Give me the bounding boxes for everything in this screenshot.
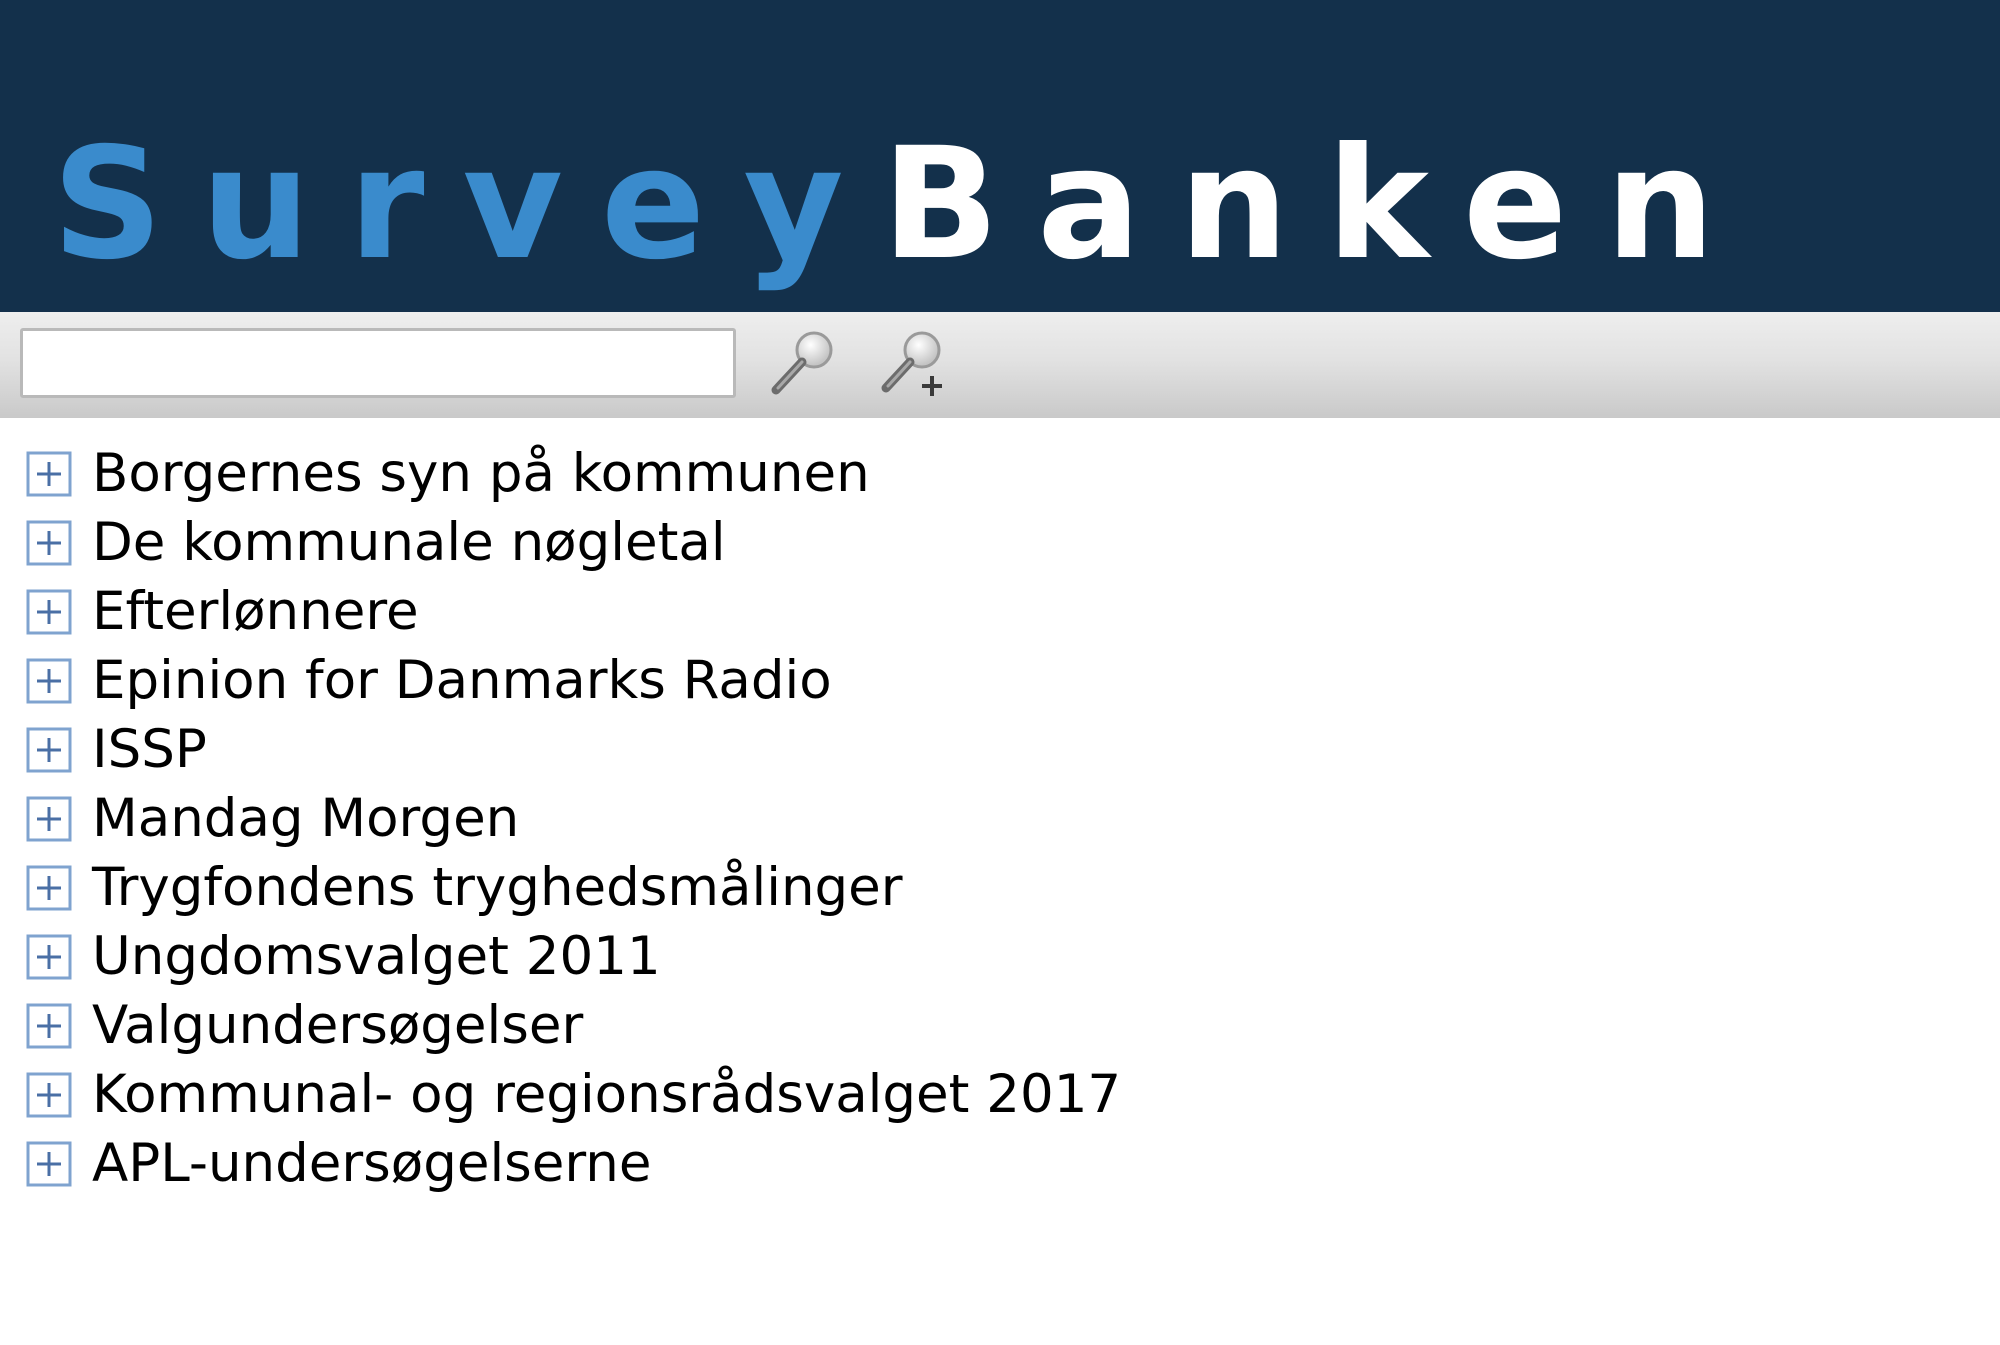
tree-item[interactable]: APL-undersøgelserne	[26, 1134, 651, 1194]
tree-item[interactable]: Ungdomsvalget 2011	[26, 927, 661, 987]
search-button[interactable]	[766, 324, 846, 404]
advanced-search-button[interactable]	[876, 324, 956, 404]
tree-item-label[interactable]: De kommunale nøgletal	[92, 513, 726, 573]
tree-item[interactable]: Mandag Morgen	[26, 789, 519, 849]
plus-box-icon[interactable]	[26, 1072, 72, 1118]
logo-survey-text: Survey	[52, 115, 882, 294]
tree-item-label[interactable]: Epinion for Danmarks Radio	[92, 651, 832, 711]
tree-item[interactable]: De kommunale nøgletal	[26, 513, 726, 573]
tree-item-label[interactable]: Ungdomsvalget 2011	[92, 927, 661, 987]
plus-box-icon[interactable]	[26, 1003, 72, 1049]
logo-banken-text: Banken	[881, 115, 1754, 294]
plus-box-icon[interactable]	[26, 1141, 72, 1187]
magnifier-plus-icon	[881, 331, 942, 396]
tree-item-label[interactable]: Valgundersøgelser	[92, 996, 583, 1056]
plus-box-icon[interactable]	[26, 934, 72, 980]
plus-box-icon[interactable]	[26, 796, 72, 842]
tree-item[interactable]: ISSP	[26, 720, 207, 780]
tree-item[interactable]: Valgundersøgelser	[26, 996, 583, 1056]
tree-item-label[interactable]: Trygfondens tryghedsmålinger	[92, 858, 903, 918]
header-banner: SurveyBanken	[0, 0, 2000, 312]
tree-item-label[interactable]: Efterlønnere	[92, 582, 419, 642]
tree-item[interactable]: Borgernes syn på kommunen	[26, 444, 870, 504]
plus-box-icon[interactable]	[26, 865, 72, 911]
plus-box-icon[interactable]	[26, 520, 72, 566]
tree-item[interactable]: Epinion for Danmarks Radio	[26, 651, 832, 711]
tree-item[interactable]: Kommunal- og regionsrådsvalget 2017	[26, 1065, 1121, 1125]
tree-item-label[interactable]: APL-undersøgelserne	[92, 1134, 651, 1194]
tree-item[interactable]: Trygfondens tryghedsmålinger	[26, 858, 903, 918]
plus-box-icon[interactable]	[26, 658, 72, 704]
search-toolbar	[0, 312, 2000, 418]
tree-item-label[interactable]: Mandag Morgen	[92, 789, 519, 849]
tree-item[interactable]: Efterlønnere	[26, 582, 419, 642]
tree-item-label[interactable]: Borgernes syn på kommunen	[92, 444, 870, 504]
plus-box-icon[interactable]	[26, 727, 72, 773]
magnifier-icon	[771, 331, 833, 395]
plus-box-icon[interactable]	[26, 589, 72, 635]
tree-item-label[interactable]: ISSP	[92, 720, 207, 780]
surveybanken-logo: SurveyBanken	[52, 128, 1753, 282]
plus-box-icon[interactable]	[26, 451, 72, 497]
search-input[interactable]	[20, 328, 736, 398]
tree-item-label[interactable]: Kommunal- og regionsrådsvalget 2017	[92, 1065, 1121, 1125]
